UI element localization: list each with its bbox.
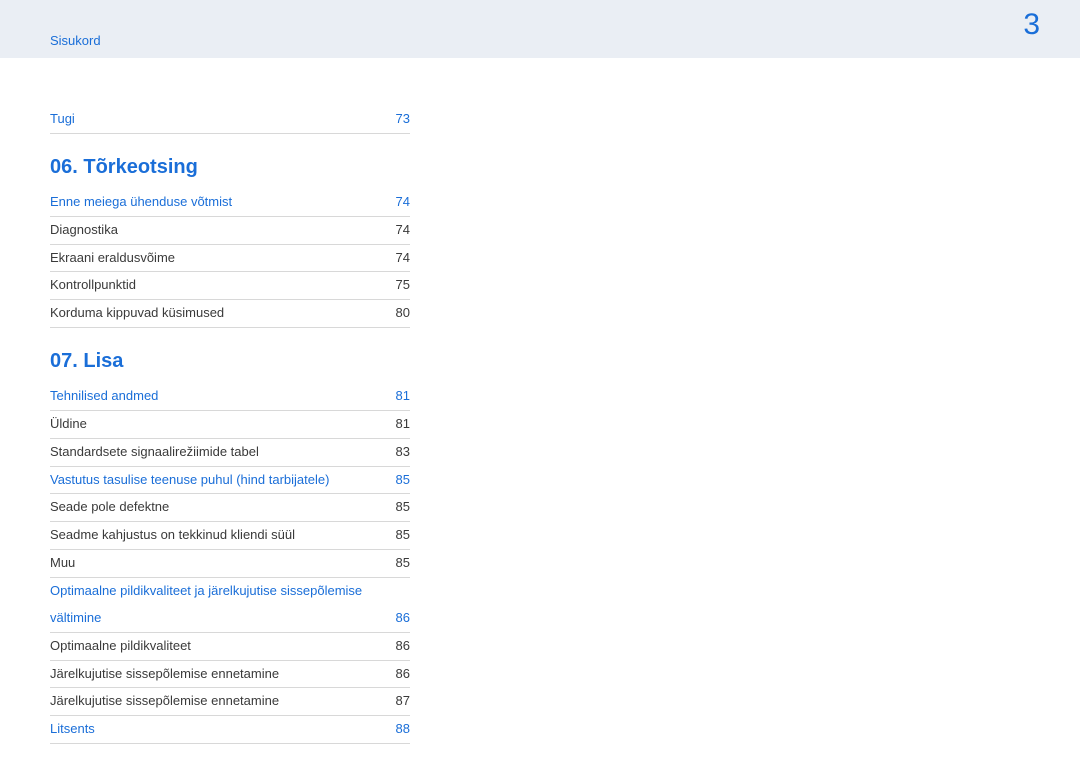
- toc-row[interactable]: vältimine86: [50, 605, 410, 633]
- toc-content: Tugi73 06. Tõrkeotsing Enne meiega ühendus…: [0, 58, 410, 744]
- toc-row-label: Korduma kippuvad küsimused: [50, 304, 382, 323]
- section-title: 07. Lisa: [50, 350, 410, 373]
- toc-row-label: Tehnilised andmed: [50, 387, 382, 406]
- toc-row-page: 81: [382, 415, 410, 434]
- toc-row-page: 85: [382, 554, 410, 573]
- toc-row: Ekraani eraldusvõime74: [50, 245, 410, 273]
- toc-row-page: 83: [382, 443, 410, 462]
- toc-row[interactable]: Enne meiega ühenduse võtmist74: [50, 189, 410, 217]
- toc-row: Järelkujutise sissepõlemise ennetamine86: [50, 661, 410, 689]
- toc-row: Seade pole defektne85: [50, 494, 410, 522]
- toc-row[interactable]: Optimaalne pildikvaliteet ja järelkujuti…: [50, 578, 410, 605]
- toc-row-label: Enne meiega ühenduse võtmist: [50, 193, 382, 212]
- toc-row[interactable]: Tugi73: [50, 106, 410, 134]
- toc-row[interactable]: Tehnilised andmed81: [50, 383, 410, 411]
- toc-row: Korduma kippuvad küsimused80: [50, 300, 410, 328]
- toc-row-page: 81: [382, 387, 410, 406]
- toc-row-label: Seade pole defektne: [50, 498, 382, 517]
- toc-row: Diagnostika74: [50, 217, 410, 245]
- toc-row-page: 86: [382, 637, 410, 656]
- toc-row-page: 85: [382, 471, 410, 490]
- toc-row-label: Kontrollpunktid: [50, 276, 382, 295]
- toc-row-page: 87: [382, 692, 410, 711]
- toc-row-page: 85: [382, 498, 410, 517]
- toc-row[interactable]: Litsents88: [50, 716, 410, 744]
- toc-row-page: 74: [382, 193, 410, 212]
- toc-row-label: Standardsete signaalirežiimide tabel: [50, 443, 382, 462]
- toc-row-label: Seadme kahjustus on tekkinud kliendi süü…: [50, 526, 382, 545]
- toc-row: Seadme kahjustus on tekkinud kliendi süü…: [50, 522, 410, 550]
- toc-row: Optimaalne pildikvaliteet86: [50, 633, 410, 661]
- toc-row-page: 80: [382, 304, 410, 323]
- toc-row-page: 85: [382, 526, 410, 545]
- toc-row-label: Diagnostika: [50, 221, 382, 240]
- header-bar: Sisukord 3: [0, 0, 1080, 58]
- toc-row-label: Järelkujutise sissepõlemise ennetamine: [50, 692, 382, 711]
- toc-row-page: 73: [382, 110, 410, 129]
- header-contents-link[interactable]: Sisukord: [50, 33, 101, 48]
- toc-row: Standardsete signaalirežiimide tabel83: [50, 439, 410, 467]
- toc-row[interactable]: Vastutus tasulise teenuse puhul (hind ta…: [50, 467, 410, 495]
- section-title: 06. Tõrkeotsing: [50, 156, 410, 179]
- toc-row-label: Optimaalne pildikvaliteet ja järelkujuti…: [50, 582, 382, 601]
- toc-row: Üldine81: [50, 411, 410, 439]
- toc-row-page: 86: [382, 609, 410, 628]
- toc-row-page: 86: [382, 665, 410, 684]
- toc-row-label: Järelkujutise sissepõlemise ennetamine: [50, 665, 382, 684]
- toc-row: Muu85: [50, 550, 410, 578]
- toc-row-label: Ekraani eraldusvõime: [50, 249, 382, 268]
- toc-row-label: Optimaalne pildikvaliteet: [50, 637, 382, 656]
- toc-row-label: Vastutus tasulise teenuse puhul (hind ta…: [50, 471, 382, 490]
- page-number: 3: [1023, 8, 1040, 42]
- toc-row-label: Litsents: [50, 720, 382, 739]
- toc-row: Kontrollpunktid75: [50, 272, 410, 300]
- toc-row-page: 75: [382, 276, 410, 295]
- toc-row: Järelkujutise sissepõlemise ennetamine87: [50, 688, 410, 716]
- toc-row-label: Muu: [50, 554, 382, 573]
- toc-row-page: 74: [382, 221, 410, 240]
- toc-row-label: Tugi: [50, 110, 382, 129]
- toc-row-label: vältimine: [50, 609, 382, 628]
- toc-row-page: 74: [382, 249, 410, 268]
- toc-row-label: Üldine: [50, 415, 382, 434]
- toc-row-page: 88: [382, 720, 410, 739]
